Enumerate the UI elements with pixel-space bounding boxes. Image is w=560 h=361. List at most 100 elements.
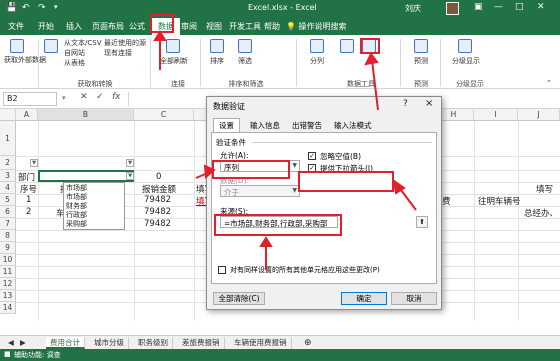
- close-icon[interactable]: ✕: [537, 2, 545, 12]
- add-sheet-icon[interactable]: ⊕: [300, 337, 316, 349]
- sheet-tab-vehicle[interactable]: 车辆使用费报销: [230, 337, 292, 349]
- customize-qat-icon[interactable]: ▾: [54, 3, 58, 11]
- cancel-button[interactable]: 取消: [391, 292, 437, 305]
- data-validation-icon[interactable]: [362, 39, 376, 53]
- undo-icon[interactable]: ↶: [22, 3, 30, 13]
- cell-index[interactable]: 1: [26, 195, 31, 205]
- sort-icon[interactable]: [210, 39, 224, 53]
- sheet-tab-travel[interactable]: 差旅费报销: [178, 337, 225, 349]
- user-name[interactable]: 刘庆: [405, 3, 421, 14]
- row-header[interactable]: 10: [0, 254, 16, 266]
- cell-index[interactable]: 2: [26, 207, 31, 217]
- cell-fee[interactable]: 费: [442, 195, 451, 207]
- text-to-columns-icon[interactable]: [310, 39, 324, 53]
- in-cell-dropdown-checkbox[interactable]: ✓: [308, 164, 316, 172]
- avatar[interactable]: [446, 2, 459, 15]
- row-header[interactable]: 3: [0, 170, 16, 182]
- tab-insert[interactable]: 插入: [66, 21, 82, 32]
- filter-icon[interactable]: [238, 39, 252, 53]
- accessibility-status[interactable]: 辅助功能: 调查: [14, 350, 61, 360]
- cell-exec-office[interactable]: 总经办、: [524, 207, 558, 219]
- enter-entry-icon[interactable]: ✓: [96, 92, 104, 102]
- sort-button[interactable]: 排序: [210, 56, 224, 66]
- col-header[interactable]: I: [474, 109, 518, 121]
- cell-plate-note[interactable]: 往明车辆号: [478, 195, 521, 207]
- name-box[interactable]: B2: [3, 92, 57, 106]
- cell-header-index[interactable]: 序号: [20, 183, 37, 195]
- forecast-button[interactable]: 预测: [414, 56, 428, 66]
- list-item[interactable]: 市场部: [66, 193, 122, 202]
- from-csv-button[interactable]: 从文本/CSV: [64, 38, 101, 48]
- cell-amount[interactable]: 79482: [144, 207, 171, 217]
- tab-review[interactable]: 审阅: [181, 21, 197, 32]
- row-header[interactable]: 4: [0, 182, 16, 194]
- new-query-icon[interactable]: [44, 39, 58, 53]
- save-icon[interactable]: 💾: [6, 3, 17, 13]
- cell-dept-label[interactable]: 部门: [18, 171, 35, 183]
- fx-icon[interactable]: fx: [112, 92, 121, 102]
- col-header[interactable]: C: [134, 109, 194, 121]
- list-item[interactable]: 财务部: [66, 202, 122, 211]
- tab-page-layout[interactable]: 页面布局: [92, 21, 124, 32]
- tellme-search[interactable]: 💡 操作说明搜索: [286, 21, 347, 32]
- row-header[interactable]: 12: [0, 278, 16, 290]
- row-header[interactable]: 11: [0, 266, 16, 278]
- dialog-tab-input-message[interactable]: 输入信息: [245, 119, 285, 132]
- refresh-all-button[interactable]: 全部刷新: [160, 56, 188, 66]
- row-header[interactable]: 1: [0, 121, 16, 156]
- get-data-icon[interactable]: [10, 39, 24, 53]
- collapse-ribbon-icon[interactable]: ⌃: [546, 79, 552, 87]
- sheet-tab-city-level[interactable]: 城市分级: [90, 337, 129, 349]
- list-item[interactable]: 市场部: [66, 184, 122, 193]
- flash-fill-icon[interactable]: [340, 39, 354, 53]
- cell-zero[interactable]: 0: [156, 172, 161, 182]
- from-table-button[interactable]: 从表格: [64, 58, 85, 68]
- name-box-dropdown-icon[interactable]: ▾: [62, 94, 66, 102]
- maximize-icon[interactable]: □: [515, 2, 524, 12]
- ok-button[interactable]: 确定: [341, 292, 387, 305]
- outline-button[interactable]: 分级显示: [452, 56, 480, 66]
- active-cell[interactable]: [38, 170, 134, 182]
- ribbon-display-icon[interactable]: ▣: [474, 2, 483, 12]
- get-data-button[interactable]: 获取外部数据: [4, 56, 46, 64]
- collapse-range-icon[interactable]: ⬆: [416, 216, 428, 228]
- cell-total-amount[interactable]: 79482: [144, 219, 171, 229]
- cell-header-fill-right[interactable]: 填写: [536, 183, 553, 195]
- source-input[interactable]: =市场部,财务部,行政部,采购部: [220, 216, 338, 228]
- cell-dropdown-arrow-icon[interactable]: ▼: [126, 172, 134, 180]
- cell-amount[interactable]: 79482: [144, 195, 171, 205]
- tab-help[interactable]: 帮助: [264, 21, 280, 32]
- dialog-tab-error-alert[interactable]: 出错警告: [287, 119, 327, 132]
- recent-sources-button[interactable]: 最近使用的源: [104, 38, 146, 48]
- sheet-tab-expense-total[interactable]: 费用合计: [46, 337, 85, 349]
- scroll-tabs-right-icon[interactable]: ▶: [16, 337, 30, 349]
- tab-view[interactable]: 视图: [206, 21, 222, 32]
- refresh-all-icon[interactable]: [166, 39, 180, 53]
- col-header[interactable]: B: [38, 109, 134, 121]
- select-all-corner[interactable]: [0, 109, 16, 121]
- list-item[interactable]: 采购部: [66, 220, 122, 229]
- row-header[interactable]: 13: [0, 290, 16, 302]
- minimize-icon[interactable]: —: [494, 2, 503, 12]
- row-header[interactable]: 9: [0, 242, 16, 254]
- outline-icon[interactable]: [458, 39, 472, 53]
- cancel-entry-icon[interactable]: ✕: [80, 92, 88, 102]
- apply-all-checkbox[interactable]: [218, 266, 226, 274]
- tab-data[interactable]: 数据: [152, 18, 180, 35]
- from-web-button[interactable]: 自网站: [64, 48, 85, 58]
- tab-developer[interactable]: 开发工具: [229, 21, 261, 32]
- existing-connections-button[interactable]: 现有连接: [104, 48, 132, 58]
- clear-all-button[interactable]: 全部清除(C): [213, 292, 265, 305]
- list-item[interactable]: 行政部: [66, 211, 122, 220]
- dialog-tab-ime-mode[interactable]: 输入法模式: [329, 119, 377, 132]
- dialog-tab-settings[interactable]: 设置: [213, 118, 240, 132]
- cell-header-amount[interactable]: 报销金额: [142, 183, 176, 195]
- tab-home[interactable]: 开始: [38, 21, 54, 32]
- tab-formulas[interactable]: 公式: [129, 21, 145, 32]
- tab-file[interactable]: 文件: [8, 21, 24, 32]
- row-header[interactable]: 14: [0, 302, 16, 314]
- filter-dropdown-icon[interactable]: ▼: [30, 159, 38, 167]
- ignore-blank-checkbox[interactable]: ✓: [308, 152, 316, 160]
- row-header[interactable]: 2: [0, 156, 16, 170]
- filter-dropdown-icon[interactable]: ▼: [126, 159, 134, 167]
